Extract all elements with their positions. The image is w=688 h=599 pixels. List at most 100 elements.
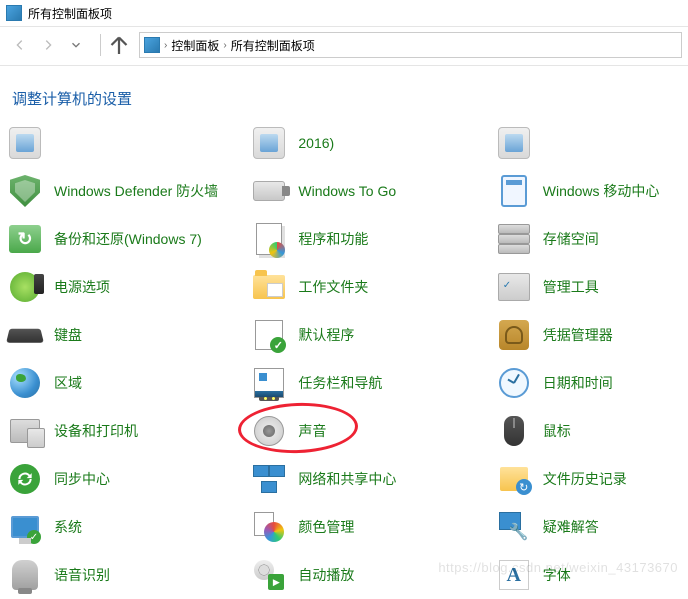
item-region[interactable]: 区域 xyxy=(6,359,250,407)
item-color-management[interactable]: 颜色管理 xyxy=(250,503,494,551)
item-label: 默认程序 xyxy=(298,326,354,344)
item-label: 鼠标 xyxy=(543,422,571,440)
item-troubleshooting[interactable]: 疑难解答 xyxy=(495,503,682,551)
item-label: 设备和打印机 xyxy=(54,422,138,440)
item-sync-center[interactable]: 同步中心 xyxy=(6,455,250,503)
item-autoplay[interactable]: 自动播放 xyxy=(250,551,494,599)
item-sound[interactable]: 声音 xyxy=(250,407,494,455)
default-apps-icon xyxy=(255,320,283,350)
item-label: 颜色管理 xyxy=(298,518,354,536)
page-title: 调整计算机的设置 xyxy=(12,88,688,109)
item-label: 日期和时间 xyxy=(543,374,613,392)
system-icon xyxy=(11,516,39,538)
programs-icon xyxy=(256,223,282,255)
generic-icon xyxy=(253,127,285,159)
item-network-sharing[interactable]: 网络和共享中心 xyxy=(250,455,494,503)
control-panel-icon xyxy=(6,5,22,21)
item-windows-mobility-center[interactable]: Windows 移动中心 xyxy=(495,167,682,215)
shield-icon xyxy=(10,175,40,207)
item-backup-restore[interactable]: 备份和还原(Windows 7) xyxy=(6,215,250,263)
item-label: 自动播放 xyxy=(298,566,354,584)
separator xyxy=(100,34,101,56)
chevron-right-icon: › xyxy=(223,40,226,51)
page-header: 调整计算机的设置 xyxy=(0,66,688,119)
breadcrumb-segment[interactable]: 控制面板 xyxy=(171,37,219,54)
item-label: 系统 xyxy=(54,518,82,536)
item-windows-to-go[interactable]: Windows To Go xyxy=(250,167,494,215)
item-credential-manager[interactable]: 凭据管理器 xyxy=(495,311,682,359)
up-button[interactable] xyxy=(107,33,131,57)
item-default-programs[interactable]: 默认程序 xyxy=(250,311,494,359)
item-admin-tools[interactable]: 管理工具 xyxy=(495,263,682,311)
item-label: 区域 xyxy=(54,374,82,392)
item-label: 声音 xyxy=(298,422,326,440)
power-icon xyxy=(10,272,40,302)
item-truncated-date[interactable]: 2016) xyxy=(250,119,494,167)
item-work-folders[interactable]: 工作文件夹 xyxy=(250,263,494,311)
item-programs-features[interactable]: 程序和功能 xyxy=(250,215,494,263)
item-label: 文件历史记录 xyxy=(543,470,627,488)
item-label: 工作文件夹 xyxy=(298,278,368,296)
item-label: 备份和还原(Windows 7) xyxy=(54,230,202,248)
item-label: Windows 移动中心 xyxy=(543,182,660,200)
wrench-icon xyxy=(499,512,529,542)
font-icon xyxy=(499,560,529,590)
item-power-options[interactable]: 电源选项 xyxy=(6,263,250,311)
item-storage-spaces[interactable]: 存储空间 xyxy=(495,215,682,263)
nav-bar: › 控制面板 › 所有控制面板项 xyxy=(0,27,688,63)
item-fonts[interactable]: 字体 xyxy=(495,551,682,599)
window-title: 所有控制面板项 xyxy=(28,5,112,22)
item-system[interactable]: 系统 xyxy=(6,503,250,551)
speaker-icon xyxy=(254,416,284,446)
item-label: 程序和功能 xyxy=(298,230,368,248)
devices-icon xyxy=(10,419,40,443)
item-label: 管理工具 xyxy=(543,278,599,296)
autoplay-icon xyxy=(254,560,284,590)
usb-drive-icon xyxy=(253,181,285,201)
item-windows-defender-firewall[interactable]: Windows Defender 防火墙 xyxy=(6,167,250,215)
back-button[interactable] xyxy=(6,31,34,59)
mobility-icon xyxy=(501,175,527,207)
microphone-icon xyxy=(12,560,38,590)
item-truncated[interactable] xyxy=(495,119,682,167)
item-label: 电源选项 xyxy=(54,278,110,296)
forward-button[interactable] xyxy=(34,31,62,59)
item-label: 存储空间 xyxy=(543,230,599,248)
breadcrumb-segment[interactable]: 所有控制面板项 xyxy=(231,37,315,54)
address-bar[interactable]: › 控制面板 › 所有控制面板项 xyxy=(139,32,682,58)
safe-icon xyxy=(499,320,529,350)
item-devices-printers[interactable]: 设备和打印机 xyxy=(6,407,250,455)
item-label: 疑难解答 xyxy=(543,518,599,536)
item-label: 语音识别 xyxy=(54,566,110,584)
item-date-time[interactable]: 日期和时间 xyxy=(495,359,682,407)
item-label: 键盘 xyxy=(54,326,82,344)
item-label: 字体 xyxy=(543,566,571,584)
color-wheel-icon xyxy=(254,512,284,542)
generic-icon xyxy=(9,127,41,159)
recent-dropdown[interactable] xyxy=(62,31,90,59)
chevron-right-icon: › xyxy=(164,40,167,51)
mouse-icon xyxy=(504,416,524,446)
file-history-icon xyxy=(500,467,528,491)
folder-icon xyxy=(253,275,285,299)
item-truncated[interactable]: 2016) xyxy=(6,119,250,167)
item-file-history[interactable]: 文件历史记录 xyxy=(495,455,682,503)
item-keyboard[interactable]: 键盘 xyxy=(6,311,250,359)
globe-icon xyxy=(10,368,40,398)
item-taskbar-navigation[interactable]: 任务栏和导航 xyxy=(250,359,494,407)
control-panel-grid: 2016) 2016) Windows Defender 防火墙 Windows… xyxy=(0,119,688,599)
item-label: Windows Defender 防火墙 xyxy=(54,182,218,200)
item-label: Windows To Go xyxy=(298,182,396,200)
item-label: 凭据管理器 xyxy=(543,326,613,344)
backup-icon xyxy=(9,225,41,253)
keyboard-icon xyxy=(6,329,44,343)
item-speech-recognition[interactable]: 语音识别 xyxy=(6,551,250,599)
taskbar-icon xyxy=(254,368,284,398)
item-label: 网络和共享中心 xyxy=(298,470,396,488)
sync-icon xyxy=(10,464,40,494)
network-icon xyxy=(253,465,285,493)
clock-icon xyxy=(499,368,529,398)
title-bar: 所有控制面板项 xyxy=(0,0,688,26)
item-mouse[interactable]: 鼠标 xyxy=(495,407,682,455)
item-label: 任务栏和导航 xyxy=(298,374,382,392)
